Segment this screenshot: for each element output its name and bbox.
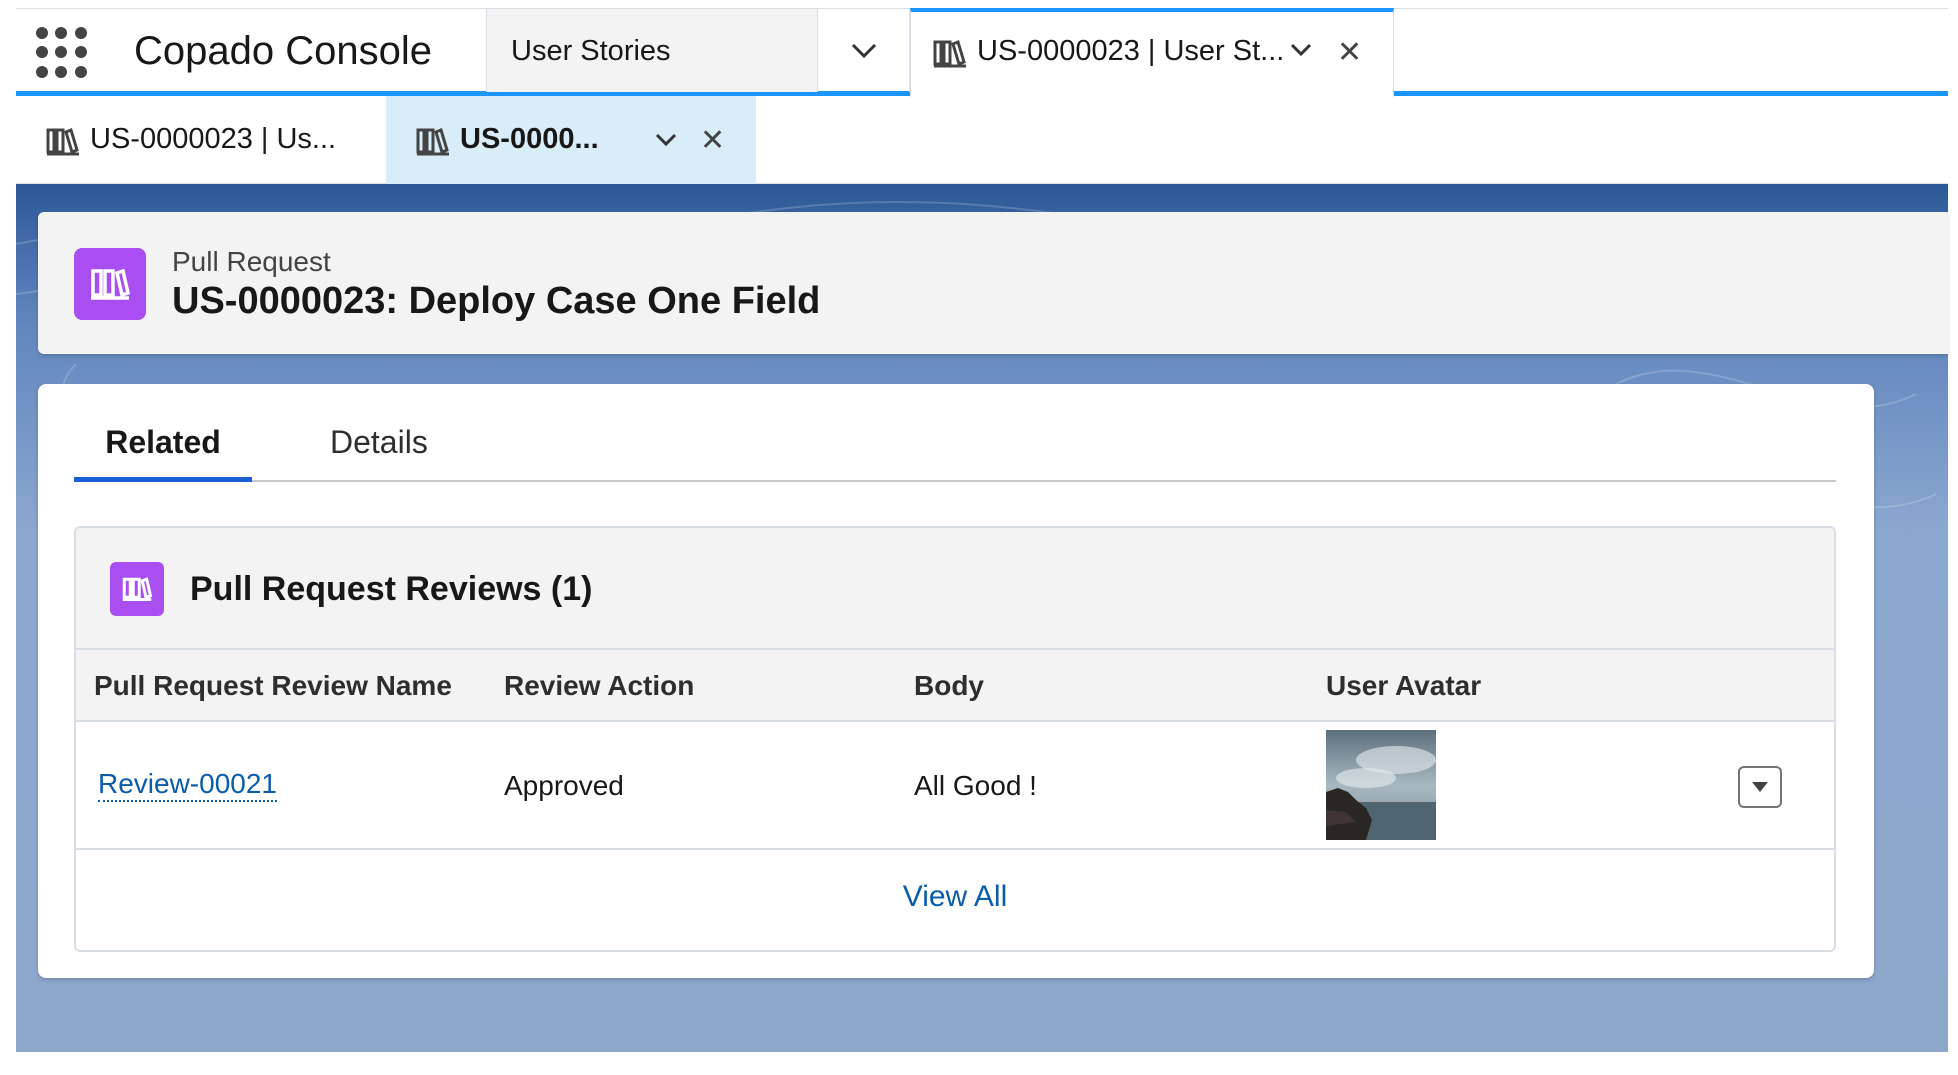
related-list-title[interactable]: Pull Request Reviews (1) (190, 570, 592, 609)
column-header-user-avatar: User Avatar (1326, 670, 1482, 701)
table-row: Review-00021 Approved All Good ! (76, 722, 1834, 850)
pull-request-book-icon (74, 248, 146, 320)
tab-related[interactable]: Related (74, 424, 252, 482)
tab-chevron-down-icon[interactable] (1289, 42, 1313, 63)
book-icon (416, 126, 450, 161)
subtab-1[interactable]: US-0000023 | Us... (16, 96, 386, 184)
related-list-header: Pull Request Reviews (1) (76, 528, 1834, 650)
review-name-link[interactable]: Review-00021 (98, 768, 277, 802)
nav-item-label: User Stories (511, 35, 671, 67)
user-avatar-image (1326, 730, 1436, 840)
nav-menu-chevron-down-icon[interactable] (818, 9, 910, 92)
global-nav-bar: Copado Console User Stories US-0000023 |… (16, 8, 1948, 97)
subtab-close-icon[interactable]: ✕ (700, 126, 725, 156)
tab-close-icon[interactable]: ✕ (1337, 38, 1362, 68)
book-icon (933, 38, 967, 73)
record-tabs: Related Details (74, 424, 1836, 482)
subtab-label: US-0000023 | Us... (90, 123, 337, 155)
subtab-chevron-down-icon[interactable] (654, 132, 678, 153)
column-header-review-name: Pull Request Review Name (94, 670, 452, 701)
tab-details[interactable]: Details (330, 424, 428, 482)
workspace-tab[interactable]: US-0000023 | User St... ✕ (910, 8, 1394, 97)
subtab-label: US-0000... (460, 123, 599, 155)
review-action-cell: Approved (504, 770, 624, 801)
record-title: US-0000023: Deploy Case One Field (172, 280, 821, 322)
book-icon (46, 126, 80, 161)
nav-item-dropdown[interactable]: User Stories (486, 9, 818, 92)
table-header: Pull Request Review Name Review Action B… (76, 650, 1834, 722)
column-header-review-action: Review Action (504, 670, 695, 701)
subtab-bar: US-0000023 | Us... US-0000... ✕ (16, 96, 1948, 184)
app-launcher-grid-icon[interactable] (36, 27, 88, 79)
app-name: Copado Console (134, 29, 432, 73)
column-header-body: Body (914, 670, 984, 701)
subtab-2-active[interactable]: US-0000... ✕ (386, 96, 756, 184)
record-header: Pull Request US-0000023: Deploy Case One… (38, 212, 1948, 354)
pull-request-review-book-icon (110, 562, 164, 616)
record-object-type: Pull Request (172, 246, 331, 277)
row-actions-caret-down-icon[interactable] (1738, 766, 1782, 808)
review-body-cell: All Good ! (914, 770, 1037, 801)
record-detail-card: Related Details Pull Request Reviews (1)… (38, 384, 1874, 978)
workspace-tab-label: US-0000023 | User St... (977, 35, 1285, 67)
related-list-card: Pull Request Reviews (1) Pull Request Re… (74, 526, 1836, 952)
view-all-link[interactable]: View All (76, 852, 1834, 950)
